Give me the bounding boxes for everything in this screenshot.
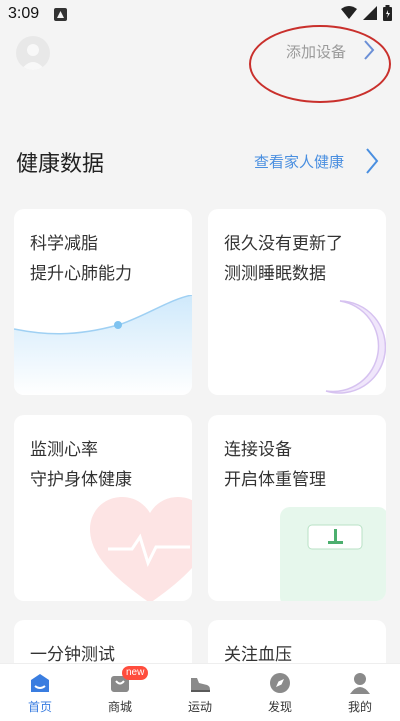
card-title: 一分钟测试 <box>30 645 115 665</box>
tab-home[interactable]: 首页 <box>0 664 80 721</box>
scale-icon <box>280 507 386 601</box>
profile-icon <box>350 673 370 694</box>
compass-icon <box>270 673 290 693</box>
tab-label: 首页 <box>27 700 52 714</box>
fat-loss-card[interactable]: 科学减脂 提升心肺能力 <box>14 209 192 395</box>
moon-icon <box>325 300 386 394</box>
status-bar: 3:09 <box>0 0 400 30</box>
tab-label: 我的 <box>347 700 372 714</box>
card-title: 连接设备 <box>224 440 292 460</box>
section-title: 健康数据 <box>16 152 105 177</box>
battery-icon <box>383 5 392 21</box>
status-icons <box>341 5 392 21</box>
card-subtitle: 测测睡眠数据 <box>224 264 326 284</box>
wave-chart-graphic <box>14 295 192 395</box>
card-title: 关注血压 <box>224 645 292 665</box>
wifi-icon <box>341 6 357 19</box>
tab-label: 发现 <box>267 700 292 714</box>
card-title: 很久没有更新了 <box>224 234 343 254</box>
sleep-card[interactable]: 很久没有更新了 测测睡眠数据 <box>208 209 386 395</box>
status-time: 3:09 <box>8 5 40 22</box>
new-badge: new <box>122 666 149 680</box>
view-family-health-link[interactable]: 查看家人健康 <box>254 151 344 172</box>
heart-icon <box>90 497 192 601</box>
chevron-right-icon[interactable] <box>364 146 380 176</box>
shoe-icon <box>191 678 210 692</box>
tab-label: 运动 <box>187 700 212 714</box>
avatar-placeholder-icon <box>21 44 45 70</box>
card-title: 科学减脂 <box>30 234 98 254</box>
heart-rate-card[interactable]: 监测心率 守护身体健康 <box>14 415 192 601</box>
weight-card[interactable]: 连接设备 开启体重管理 <box>208 415 386 601</box>
annotation-circle <box>249 25 391 103</box>
tab-sport[interactable]: 运动 <box>160 664 240 721</box>
card-subtitle: 守护身体健康 <box>30 470 132 490</box>
tab-label: 商城 <box>107 700 132 714</box>
avatar[interactable] <box>16 36 50 70</box>
tab-profile[interactable]: 我的 <box>320 664 400 721</box>
signal-icon <box>363 6 377 20</box>
bottom-tab-bar: 首页 new 商城 运动 发现 我的 <box>0 663 400 721</box>
card-title: 监测心率 <box>30 440 98 460</box>
tab-shop[interactable]: new 商城 <box>80 664 160 721</box>
notification-icon <box>54 8 67 21</box>
home-icon <box>31 674 49 692</box>
card-subtitle: 开启体重管理 <box>224 470 326 490</box>
card-subtitle: 提升心肺能力 <box>30 264 132 284</box>
tab-discover[interactable]: 发现 <box>240 664 320 721</box>
